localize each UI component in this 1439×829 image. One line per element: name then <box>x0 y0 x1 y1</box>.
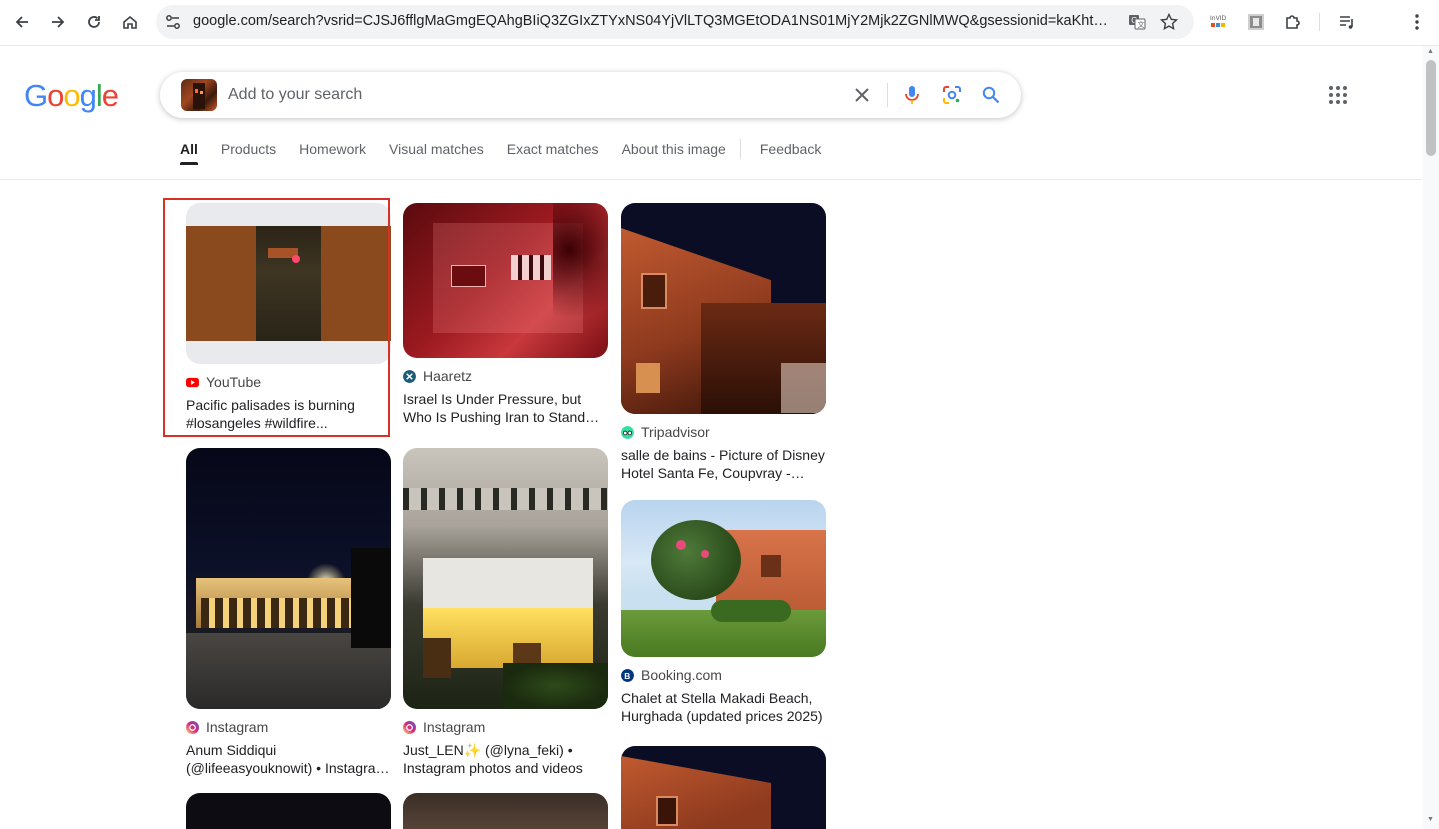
scrollbar-thumb[interactable] <box>1426 60 1436 156</box>
translate-icon[interactable]: G文 <box>1127 12 1147 32</box>
result-title[interactable]: Just_LEN✨ (@lyna_feki) • Instagram photo… <box>403 741 608 777</box>
browser-toolbar: google.com/search?vsrid=CJSJ6fflgMaGmgEQ… <box>0 0 1439 46</box>
tab-feedback[interactable]: Feedback <box>760 139 821 165</box>
microphone-icon <box>905 86 919 104</box>
instagram-favicon-icon <box>186 720 199 734</box>
result-title[interactable]: Chalet at Stella Makadi Beach, Hurghada … <box>621 689 826 725</box>
browser-menu-icon[interactable] <box>1406 11 1428 33</box>
media-controls-icon[interactable] <box>1336 11 1358 33</box>
result-card-partial[interactable] <box>403 793 608 829</box>
result-source[interactable]: B Booking.com <box>621 666 826 684</box>
search-divider <box>887 83 888 107</box>
back-button[interactable] <box>7 7 37 37</box>
svg-text:InVID: InVID <box>1210 15 1226 22</box>
result-source-name: YouTube <box>206 374 262 390</box>
result-title[interactable]: Anum Siddiqui (@lifeeasyouknowit) • Inst… <box>186 741 391 777</box>
search-input[interactable] <box>228 83 828 107</box>
result-source[interactable]: Instagram <box>403 718 608 736</box>
search-icon <box>982 86 1000 104</box>
address-bar[interactable]: google.com/search?vsrid=CJSJ6fflgMaGmgEQ… <box>156 5 1194 39</box>
forward-button[interactable] <box>43 7 73 37</box>
tab-homework[interactable]: Homework <box>299 139 366 165</box>
result-title[interactable]: Israel Is Under Pressure, but Who Is Pus… <box>403 390 608 426</box>
url-text[interactable]: google.com/search?vsrid=CJSJ6fflgMaGmgEQ… <box>193 13 1113 29</box>
haaretz-favicon-icon <box>403 369 416 383</box>
search-image-thumbnail[interactable] <box>181 79 217 111</box>
result-card[interactable]: Instagram Anum Siddiqui (@lifeeasyouknow… <box>186 448 391 777</box>
result-source[interactable]: YouTube <box>186 373 391 391</box>
scroll-up-arrow-icon[interactable]: ▲ <box>1427 48 1434 55</box>
result-card[interactable]: Instagram Just_LEN✨ (@lyna_feki) • Insta… <box>403 448 608 777</box>
result-title[interactable]: Pacific palisades is burning #losangeles… <box>186 396 391 432</box>
tab-visual-matches[interactable]: Visual matches <box>389 139 484 165</box>
close-icon <box>855 88 869 102</box>
result-image[interactable] <box>186 203 391 364</box>
tripadvisor-favicon-icon <box>621 425 634 439</box>
tab-all[interactable]: All <box>180 139 198 165</box>
instagram-favicon-icon <box>403 720 416 734</box>
result-image[interactable] <box>621 500 826 657</box>
voice-search-button[interactable] <box>901 84 923 106</box>
home-button[interactable] <box>115 7 145 37</box>
extension-invid-icon[interactable]: InVID <box>1208 11 1230 33</box>
svg-text:文: 文 <box>1138 20 1145 29</box>
result-source-name: Haaretz <box>423 368 473 384</box>
google-apps-button[interactable] <box>1328 85 1350 107</box>
result-image[interactable] <box>621 203 826 414</box>
reload-icon <box>88 16 100 28</box>
reload-button[interactable] <box>79 7 109 37</box>
result-card[interactable]: Tripadvisor salle de bains - Picture of … <box>621 203 826 482</box>
result-image[interactable] <box>403 793 608 829</box>
toolbar-divider <box>1319 13 1320 31</box>
search-submit-button[interactable] <box>980 84 1002 106</box>
result-image[interactable] <box>403 448 608 709</box>
result-card[interactable]: B Booking.com Chalet at Stella Makadi Be… <box>621 500 826 725</box>
bookmark-star-icon[interactable] <box>1159 12 1179 32</box>
arrow-left-icon <box>15 16 28 28</box>
google-logo[interactable]: Google <box>24 78 119 114</box>
result-source-name: Booking.com <box>641 667 722 683</box>
svg-text:B: B <box>624 670 630 680</box>
tab-exact-matches[interactable]: Exact matches <box>507 139 599 165</box>
tabs-border <box>0 179 1422 180</box>
youtube-favicon-icon <box>186 377 199 387</box>
result-source-name: Instagram <box>206 719 269 735</box>
lens-camera-icon <box>943 86 961 104</box>
result-title[interactable]: salle de bains - Picture of Disney Hotel… <box>621 446 826 482</box>
result-image[interactable] <box>186 448 391 709</box>
arrow-right-icon <box>52 16 65 28</box>
scroll-down-arrow-icon[interactable]: ▼ <box>1427 816 1434 823</box>
tabs-divider <box>739 139 741 159</box>
result-card-partial[interactable] <box>621 746 826 829</box>
result-source[interactable]: Tripadvisor <box>621 423 826 441</box>
home-icon <box>123 15 137 29</box>
result-source[interactable]: Instagram <box>186 718 391 736</box>
apps-grid-icon <box>1329 86 1347 104</box>
extensions-puzzle-icon[interactable] <box>1282 11 1304 33</box>
result-card[interactable]: Haaretz Israel Is Under Pressure, but Wh… <box>403 203 608 426</box>
clear-search-button[interactable] <box>851 84 873 106</box>
result-card[interactable]: YouTube Pacific palisades is burning #lo… <box>186 203 391 432</box>
search-tabs: All Products Homework Visual matches Exa… <box>180 139 844 165</box>
lens-search-button[interactable] <box>941 84 963 106</box>
tab-products[interactable]: Products <box>221 139 276 165</box>
result-source-name: Tripadvisor <box>641 424 710 440</box>
booking-favicon-icon: B <box>621 668 634 682</box>
page-scrollbar[interactable] <box>1423 46 1439 829</box>
tab-about-this-image[interactable]: About this image <box>622 139 726 165</box>
site-settings-icon[interactable] <box>164 13 182 31</box>
result-image[interactable] <box>403 203 608 358</box>
result-source[interactable]: Haaretz <box>403 367 608 385</box>
result-image[interactable] <box>621 746 826 829</box>
result-image[interactable] <box>186 793 391 829</box>
result-card-partial[interactable] <box>186 793 391 829</box>
result-source-name: Instagram <box>423 719 486 735</box>
search-box <box>160 72 1021 118</box>
extension-profile-icon[interactable] <box>1245 11 1267 33</box>
